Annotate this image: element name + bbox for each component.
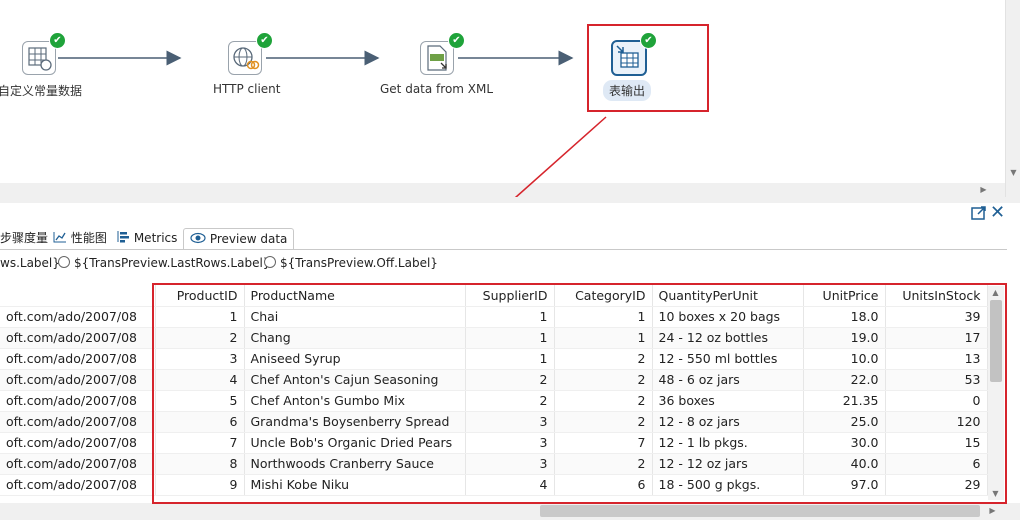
xml-file-icon	[427, 45, 447, 71]
table-cell: oft.com/ado/2007/08	[0, 432, 156, 454]
scroll-right-icon[interactable]: ▶	[985, 504, 1000, 518]
table-cell: oft.com/ado/2007/08	[0, 369, 156, 391]
constant-data-icon	[28, 47, 52, 71]
table-cell: oft.com/ado/2007/08	[0, 306, 156, 328]
tab-preview-data[interactable]: Preview data	[183, 228, 295, 250]
tab-baseline	[0, 249, 1007, 250]
radio-label: ${TransPreview.LastRows.Label}	[74, 256, 271, 270]
highlight-box	[587, 24, 709, 112]
tab-metrics[interactable]: Metrics	[116, 228, 177, 249]
step-label: HTTP client	[213, 82, 281, 96]
tab-label: 步骤度量	[0, 231, 49, 245]
radio-button[interactable]	[58, 256, 70, 268]
tab-label: 性能图	[70, 231, 107, 245]
step-label: 自定义常量数据	[0, 84, 83, 98]
transformation-canvas[interactable]: ✔ 自定义常量数据 ✔ HTTP client ✔ Get data from …	[0, 0, 1005, 183]
step-node-http-client[interactable]	[228, 41, 262, 75]
radio-last-rows[interactable]: ${TransPreview.LastRows.Label}	[58, 255, 270, 271]
highlight-box	[152, 283, 1007, 504]
table-hscroll-thumb[interactable]	[540, 505, 980, 517]
canvas-horizontal-scrollbar[interactable]: ▶	[0, 183, 1005, 197]
canvas-vertical-scrollbar[interactable]: ▼	[1005, 0, 1020, 197]
scroll-down-icon[interactable]: ▼	[1006, 166, 1020, 180]
table-cell: oft.com/ado/2007/08	[0, 348, 156, 370]
table-cell: oft.com/ado/2007/08	[0, 453, 156, 475]
success-check-icon: ✔	[49, 32, 66, 49]
radio-off[interactable]: ${TransPreview.Off.Label}	[264, 255, 438, 271]
table-cell: oft.com/ado/2007/08	[0, 411, 156, 433]
radio-label: ws.Label}	[0, 256, 60, 270]
table-cell: oft.com/ado/2007/08	[0, 327, 156, 349]
http-client-icon	[233, 47, 260, 70]
tab-step-metrics[interactable]: 步骤度量	[0, 228, 48, 249]
hop-connectors	[58, 50, 574, 66]
tab-label: Metrics	[133, 231, 178, 245]
tab-label: Preview data	[209, 232, 288, 246]
column-header-hidden[interactable]	[0, 285, 156, 307]
radio-button[interactable]	[264, 256, 276, 268]
close-panel-icon[interactable]: ✕	[990, 202, 1005, 223]
table-cell: oft.com/ado/2007/08	[0, 474, 156, 496]
scroll-right-icon[interactable]: ▶	[976, 183, 991, 197]
table-cell: oft.com/ado/2007/08	[0, 390, 156, 412]
success-check-icon: ✔	[256, 32, 273, 49]
step-node-get-xml[interactable]	[420, 41, 454, 75]
maximize-panel-icon[interactable]	[970, 205, 988, 221]
success-check-icon: ✔	[448, 32, 465, 49]
radio-label: ${TransPreview.Off.Label}	[280, 256, 438, 270]
performance-chart-icon	[53, 232, 66, 243]
metrics-icon	[117, 231, 129, 243]
eye-icon	[190, 232, 206, 244]
tab-performance-chart[interactable]: 性能图	[53, 228, 107, 249]
step-label: Get data from XML	[380, 82, 494, 96]
radio-first-rows[interactable]: ws.Label}	[0, 255, 60, 271]
